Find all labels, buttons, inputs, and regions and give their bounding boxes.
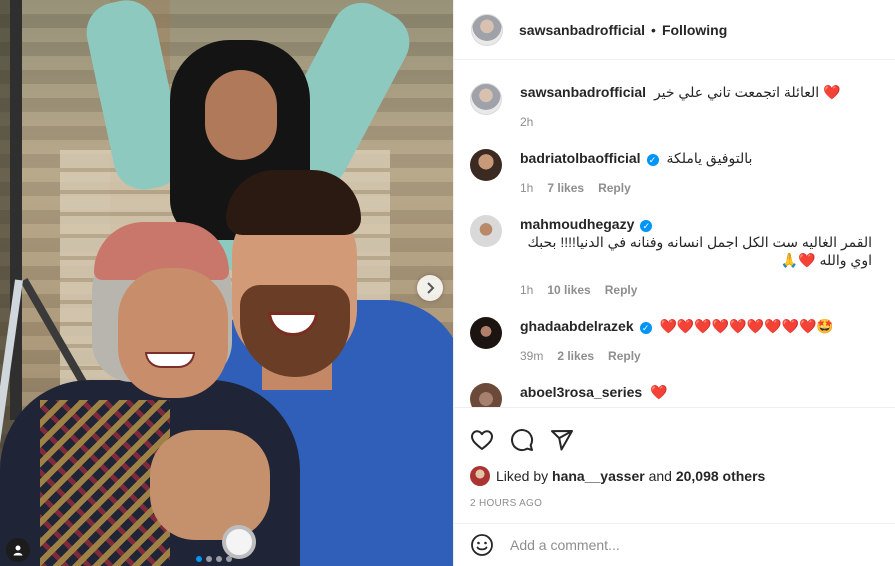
post-owner-username[interactable]: sawsanbadrofficial xyxy=(519,22,645,38)
reply-button[interactable]: Reply xyxy=(605,283,638,297)
verified-badge-icon: ✓ xyxy=(639,322,652,334)
comment-time[interactable]: 1h xyxy=(520,181,533,195)
liked-by-username[interactable]: hana__yasser xyxy=(552,468,645,484)
add-comment-bar xyxy=(454,523,895,566)
post-details-panel: sawsanbadrofficial • Following sawsanbad… xyxy=(453,0,895,566)
carousel-dot xyxy=(196,556,202,562)
photo-watch xyxy=(222,525,256,559)
comment-likes[interactable]: 2 likes xyxy=(557,349,594,363)
carousel-dot xyxy=(216,556,222,562)
comment-likes[interactable]: 7 likes xyxy=(547,181,584,195)
caption-item: sawsanbadrofficial العائلة اتجمعت تاني ع… xyxy=(470,83,880,129)
likes-summary: Liked by hana__yasser and 20,098 others xyxy=(454,466,895,486)
heart-pray-emoji: ❤️🙏 xyxy=(780,252,816,268)
carousel-dots xyxy=(196,556,232,562)
avatar[interactable] xyxy=(470,149,502,181)
comment-text: بالتوفيق ياملكة xyxy=(666,150,753,166)
carousel-dot xyxy=(226,556,232,562)
caption-text: العائلة اتجمعت تاني علي خير xyxy=(653,84,820,100)
user-tag-icon[interactable] xyxy=(6,538,30,562)
caption-username[interactable]: sawsanbadrofficial xyxy=(520,84,646,100)
comment-input[interactable] xyxy=(510,537,840,553)
comment-username[interactable]: aboel3rosa_series xyxy=(520,384,642,400)
heart-icon[interactable] xyxy=(470,428,494,452)
emoji-icon[interactable] xyxy=(470,533,494,557)
avatar[interactable] xyxy=(471,13,503,46)
comment-item: badriatolbaofficial ✓ بالتوفيق ياملكة 1h … xyxy=(470,149,880,195)
caption-time[interactable]: 2h xyxy=(520,115,533,129)
avatar[interactable] xyxy=(470,466,490,486)
comment-likes[interactable]: 10 likes xyxy=(547,283,590,297)
post-timestamp[interactable]: 2 HOURS AGO xyxy=(454,498,895,509)
reply-button[interactable]: Reply xyxy=(598,181,631,195)
separator-dot: • xyxy=(651,21,656,38)
likes-prefix: Liked by xyxy=(496,468,549,484)
comment-username[interactable]: mahmoudhegazy xyxy=(520,216,634,232)
post-actions: Liked by hana__yasser and 20,098 others … xyxy=(454,407,895,509)
comment-username[interactable]: ghadaabdelrazek xyxy=(520,318,634,334)
avatar[interactable] xyxy=(470,383,502,407)
likes-others-link[interactable]: 20,098 others xyxy=(676,468,766,484)
photo-person-back-face xyxy=(205,70,277,160)
comment-time[interactable]: 39m xyxy=(520,349,543,363)
avatar[interactable] xyxy=(470,215,502,247)
photo-man-hair xyxy=(226,170,361,235)
comment-item: mahmoudhegazy ✓ القمر الغاليه ست الكل اجم… xyxy=(470,215,880,297)
heart-emoji: ❤️ xyxy=(823,84,841,100)
reply-button[interactable]: Reply xyxy=(608,349,641,363)
avatar[interactable] xyxy=(470,83,502,115)
following-button[interactable]: Following xyxy=(662,22,727,38)
verified-badge-icon: ✓ xyxy=(640,220,653,232)
hearts-emoji: ❤️❤️❤️❤️❤️❤️❤️❤️❤️🤩 xyxy=(659,318,834,334)
post-header: sawsanbadrofficial • Following xyxy=(454,0,895,60)
photo-hands xyxy=(150,430,270,540)
comment-item: aboel3rosa_series ❤️ xyxy=(470,383,880,407)
photo-woman-face xyxy=(118,268,228,398)
comment-text: القمر الغاليه ست الكل اجمل انسانه وفنانه… xyxy=(527,234,873,268)
comment-icon[interactable] xyxy=(510,428,534,452)
comments-list[interactable]: sawsanbadrofficial العائلة اتجمعت تاني ع… xyxy=(454,61,895,407)
chevron-right-icon[interactable] xyxy=(417,275,443,301)
post-photo[interactable] xyxy=(0,0,453,566)
comment-username[interactable]: badriatolbaofficial xyxy=(520,150,641,166)
verified-badge-icon: ✓ xyxy=(646,154,659,166)
heart-emoji: ❤️ xyxy=(650,384,668,400)
share-icon[interactable] xyxy=(550,428,574,452)
comment-item: ghadaabdelrazek ✓ ❤️❤️❤️❤️❤️❤️❤️❤️❤️🤩 39m… xyxy=(470,317,880,363)
likes-and: and xyxy=(648,468,672,484)
carousel-dot xyxy=(206,556,212,562)
avatar[interactable] xyxy=(470,317,502,349)
comment-time[interactable]: 1h xyxy=(520,283,533,297)
